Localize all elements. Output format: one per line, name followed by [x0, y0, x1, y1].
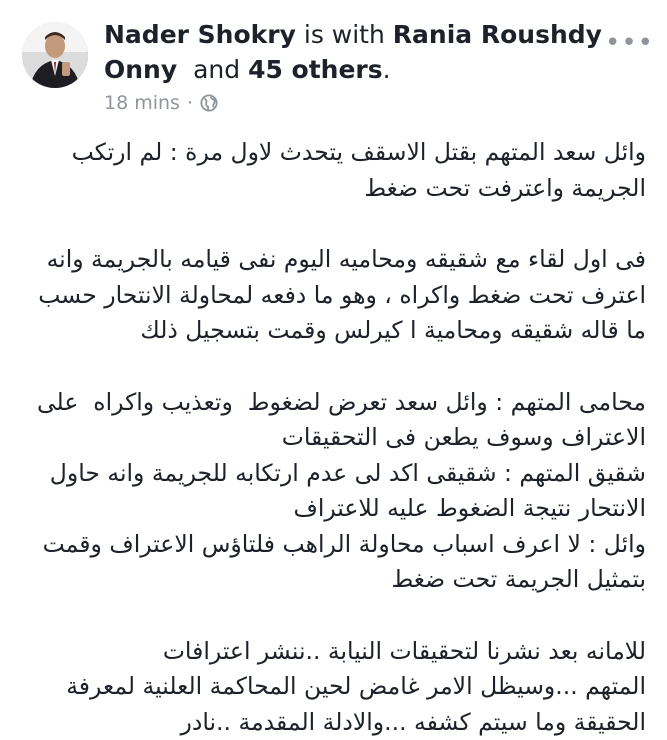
post-header-line-1: Nader Shokry is with Rania Roushdy — [104, 20, 602, 50]
post-text-line: وائل سعد المتهم بقتل الاسقف يتحدث لاول م… — [18, 135, 646, 171]
and-text: and — [193, 55, 240, 84]
others-link[interactable]: 45 others — [248, 55, 383, 84]
post-text-line: للامانه بعد نشرنا لتحقيقات النيابة ..ننش… — [18, 634, 646, 670]
more-options-icon[interactable]: ••• — [605, 28, 654, 58]
tagged-person-name-continued[interactable]: Onny — [104, 55, 177, 84]
post-text-line: شقيق المتهم : شقيقى اكد لى عدم ارتكابه ل… — [18, 456, 646, 492]
globe-icon[interactable] — [200, 94, 218, 112]
post-text-line: الاعتراف وسوف يطعن فى التحقيقات — [18, 420, 646, 456]
period: . — [383, 55, 391, 84]
paragraph-gap — [18, 598, 646, 634]
paragraph-gap — [18, 206, 646, 242]
paragraph-gap — [18, 349, 646, 385]
post-text-line: محامى المتهم : وائل سعد تعرض لضغوط وتعذي… — [18, 385, 646, 421]
post-text-line: ما قاله شقيقه ومحامية ا كيرلس وقمت بتسجي… — [18, 313, 646, 349]
profile-photo — [22, 22, 88, 88]
author-name[interactable]: Nader Shokry — [104, 20, 296, 49]
post-text-line: الانتحار نتيجة الضغوط عليه للاعتراف — [18, 491, 646, 527]
post-text-line: الجريمة واعترفت تحت ضغط — [18, 171, 646, 207]
post-text-line: المتهم ...وسيظل الامر غامض لحين المحاكمة… — [18, 669, 646, 705]
with-text: is with — [304, 20, 385, 49]
post-body: وائل سعد المتهم بقتل الاسقف يتحدث لاول م… — [18, 135, 646, 740]
post-header-line-2: Onny and 45 others. — [104, 55, 391, 85]
post-text-line: وائل : لا اعرف اسباب محاولة الراهب فلتاؤ… — [18, 527, 646, 563]
post-meta: 18 mins · — [104, 92, 218, 114]
timestamp[interactable]: 18 mins — [104, 92, 180, 114]
post-text-line: فى اول لقاء مع شقيقه ومحاميه اليوم نفى ق… — [18, 242, 646, 278]
post-text-line: بتمثيل الجريمة تحت ضغط — [18, 562, 646, 598]
post-text-line: الحقيقة وما سيتم كشفه ...والادلة المقدمة… — [18, 705, 646, 740]
tagged-person-name[interactable]: Rania Roushdy — [393, 20, 602, 49]
author-avatar[interactable] — [22, 22, 88, 88]
post-text-line: اعترف تحت ضغط واكراه ، وهو ما دفعه لمحاو… — [18, 278, 646, 314]
meta-separator: · — [187, 92, 193, 114]
